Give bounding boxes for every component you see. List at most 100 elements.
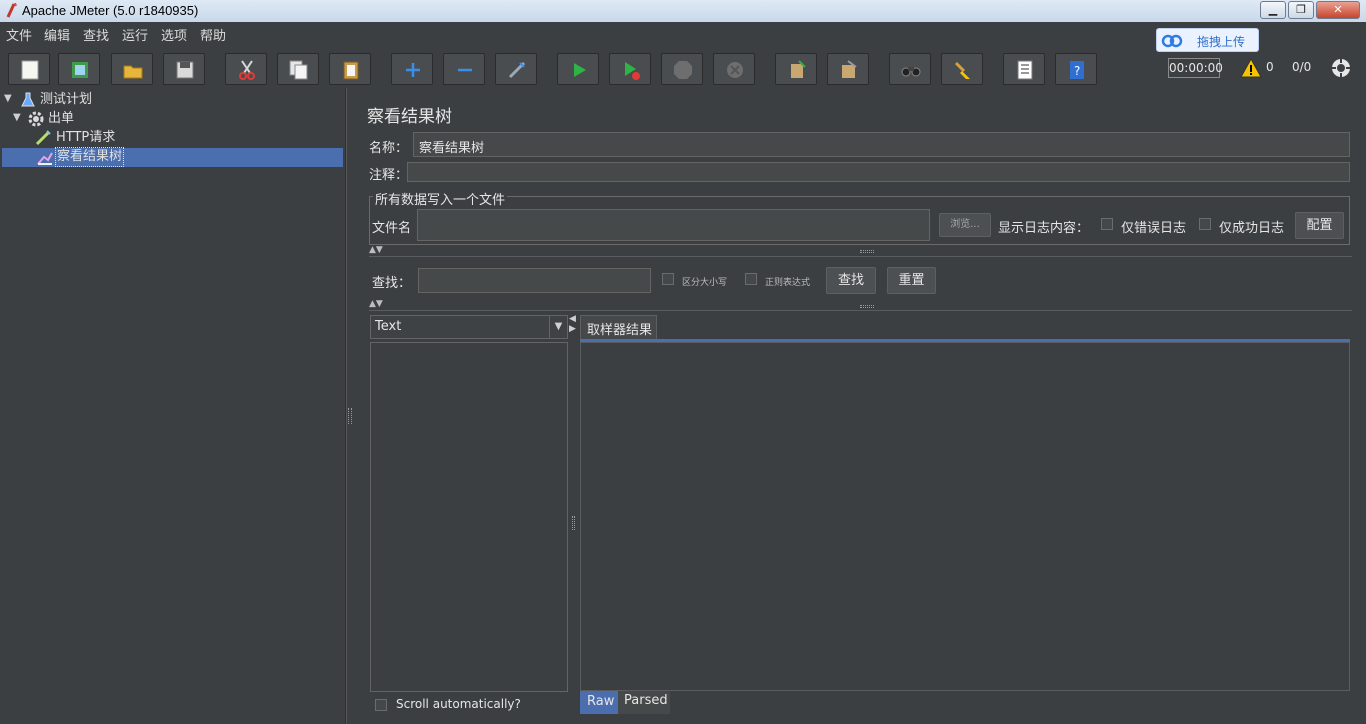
function-helper-button[interactable] bbox=[1003, 53, 1045, 85]
close-button[interactable]: ✕ bbox=[1316, 1, 1360, 19]
menu-help[interactable]: 帮助 bbox=[200, 25, 226, 44]
menu-file[interactable]: 文件 bbox=[6, 25, 32, 44]
copy-icon bbox=[289, 60, 308, 80]
new-file-icon bbox=[21, 60, 39, 80]
save-button[interactable] bbox=[163, 53, 205, 85]
clear-broom-icon bbox=[791, 60, 806, 78]
regex-label: 正则表达式 bbox=[765, 278, 811, 288]
stop-button[interactable] bbox=[661, 53, 703, 85]
paste-clipboard-icon bbox=[343, 61, 359, 80]
scroll-auto-label: Scroll automatically? bbox=[396, 697, 521, 711]
tree-item-view-results-tree[interactable]: 察看结果树 bbox=[54, 147, 125, 167]
help-question-icon: ? bbox=[1070, 61, 1084, 79]
comment-label: 注释： bbox=[369, 168, 409, 183]
elapsed-timer: 00:00:00 bbox=[1168, 58, 1223, 78]
find-results-button[interactable]: 查找 bbox=[826, 267, 876, 294]
sampler-result-content[interactable] bbox=[580, 342, 1350, 691]
main-splitter[interactable] bbox=[346, 88, 354, 724]
name-field-value: 察看结果树 bbox=[419, 141, 485, 156]
divider-line bbox=[369, 256, 1352, 257]
templates-button[interactable] bbox=[58, 53, 100, 85]
minus-icon bbox=[458, 68, 472, 72]
scroll-auto-checkbox[interactable] bbox=[375, 699, 387, 711]
chevron-down-icon[interactable]: ▼ bbox=[549, 316, 567, 338]
tree-expand-toggle-icon[interactable]: ▼ bbox=[13, 112, 21, 123]
name-field[interactable]: 察看结果树 bbox=[413, 132, 1350, 157]
function-list-icon bbox=[1017, 60, 1033, 80]
configure-button[interactable]: 配置 bbox=[1295, 212, 1344, 239]
start-button[interactable] bbox=[557, 53, 599, 85]
collapse-arrows-icon[interactable]: ▲▼ bbox=[369, 299, 383, 309]
play-no-timers-icon bbox=[625, 62, 640, 80]
tab-raw-label: Raw bbox=[587, 694, 615, 709]
case-sensitive-checkbox[interactable] bbox=[662, 273, 674, 285]
tree-item-thread-group[interactable]: 出单 bbox=[48, 110, 74, 128]
menu-run[interactable]: 运行 bbox=[122, 25, 148, 44]
shutdown-button[interactable] bbox=[713, 53, 755, 85]
minimize-button[interactable]: ▁ bbox=[1260, 1, 1286, 19]
menu-options[interactable]: 选项 bbox=[161, 25, 187, 44]
start-no-pauses-button[interactable] bbox=[609, 53, 651, 85]
folder-open-icon bbox=[123, 65, 143, 79]
tree-item-test-plan[interactable]: 测试计划 bbox=[40, 91, 92, 109]
find-button[interactable] bbox=[889, 53, 931, 85]
success-only-label: 仅成功日志 bbox=[1219, 221, 1285, 236]
reset-results-button[interactable]: 重置 bbox=[887, 267, 936, 294]
cut-button[interactable] bbox=[225, 53, 267, 85]
binoculars-icon bbox=[901, 67, 921, 77]
tree-item-http-request[interactable]: HTTP请求 bbox=[56, 129, 115, 147]
splitter-grip[interactable] bbox=[348, 408, 352, 424]
paste-button[interactable] bbox=[329, 53, 371, 85]
upload-badge-label: 拖拽上传 bbox=[1197, 35, 1246, 49]
warning-icon[interactable] bbox=[1240, 58, 1262, 78]
divider-grip[interactable] bbox=[860, 305, 874, 308]
renderer-select[interactable]: Text ▼ bbox=[370, 315, 568, 339]
tab-parsed[interactable]: Parsed bbox=[618, 691, 670, 714]
http-sampler-pipette-icon bbox=[35, 130, 51, 146]
open-button[interactable] bbox=[111, 53, 153, 85]
expand-all-button[interactable] bbox=[391, 53, 433, 85]
sample-result-list[interactable] bbox=[370, 342, 568, 692]
clear-all-button[interactable] bbox=[827, 53, 869, 85]
tab-raw[interactable]: Raw bbox=[580, 691, 618, 714]
success-only-checkbox[interactable] bbox=[1199, 218, 1211, 230]
comment-field[interactable] bbox=[407, 162, 1350, 182]
new-button[interactable] bbox=[8, 53, 50, 85]
maximize-button[interactable]: ❐ bbox=[1288, 1, 1314, 19]
collapse-all-button[interactable] bbox=[443, 53, 485, 85]
file-group-title: 所有数据写入一个文件 bbox=[373, 189, 508, 208]
clear-button[interactable] bbox=[775, 53, 817, 85]
tab-sampler-result-label: 取样器结果 bbox=[587, 323, 653, 338]
collapse-arrows-icon[interactable]: ▲▼ bbox=[369, 245, 383, 255]
regex-checkbox[interactable] bbox=[745, 273, 757, 285]
thread-group-gear-icon bbox=[28, 111, 44, 127]
svg-text:?: ? bbox=[1074, 64, 1080, 78]
tab-parsed-label: Parsed bbox=[624, 693, 668, 708]
search-input[interactable] bbox=[418, 268, 651, 293]
divider-line bbox=[369, 310, 1352, 311]
toggle-wand-icon bbox=[508, 61, 526, 79]
help-button[interactable]: ? bbox=[1055, 53, 1097, 85]
plus-icon bbox=[406, 63, 420, 77]
title-bar: Apache JMeter (5.0 r1840935) ▁ ❐ ✕ bbox=[0, 0, 1366, 22]
upload-badge[interactable]: 拖拽上传 bbox=[1156, 28, 1259, 52]
results-splitter-grip[interactable] bbox=[572, 516, 575, 530]
cloud-icon bbox=[1161, 34, 1183, 48]
divider-grip[interactable] bbox=[860, 250, 874, 253]
tab-sampler-result[interactable]: 取样器结果 bbox=[580, 315, 657, 339]
reset-search-button[interactable] bbox=[941, 53, 983, 85]
browse-button[interactable]: 浏览... bbox=[939, 213, 991, 237]
play-icon bbox=[574, 63, 586, 77]
copy-button[interactable] bbox=[277, 53, 319, 85]
collapse-arrows-icon[interactable]: ◀ ▶ bbox=[569, 314, 576, 334]
menu-search[interactable]: 查找 bbox=[83, 25, 109, 44]
errors-only-checkbox[interactable] bbox=[1101, 218, 1113, 230]
remote-engines-icon[interactable] bbox=[1330, 57, 1352, 79]
test-plan-tree bbox=[0, 88, 346, 724]
tree-expand-toggle-icon[interactable]: ▼ bbox=[4, 93, 12, 104]
menu-edit[interactable]: 编辑 bbox=[44, 25, 70, 44]
reset-broom-icon bbox=[954, 61, 970, 79]
search-label: 查找： bbox=[372, 276, 412, 291]
toggle-button[interactable] bbox=[495, 53, 537, 85]
filename-field[interactable] bbox=[417, 209, 930, 241]
